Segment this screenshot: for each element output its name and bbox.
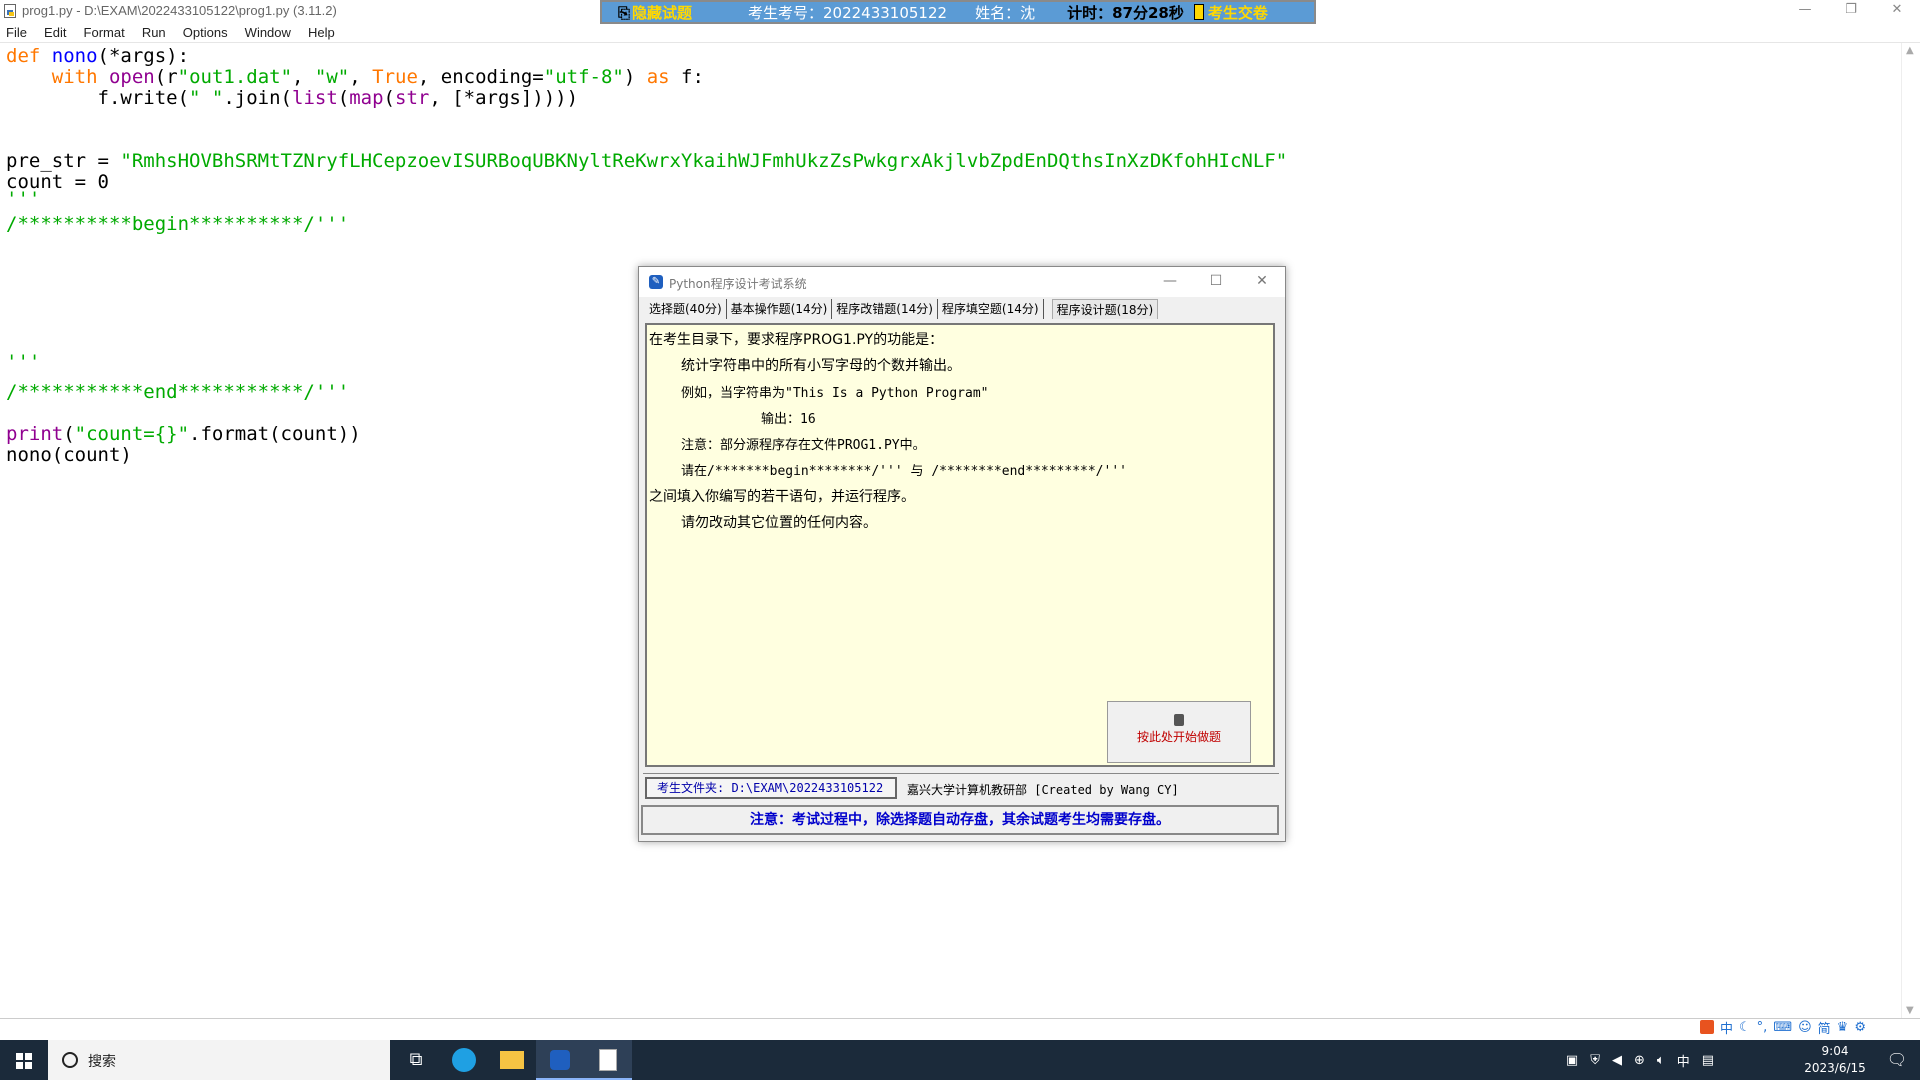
code-line: /**********begin**********/''' [6, 213, 350, 235]
ime-skin-icon[interactable]: ♛ [1837, 1020, 1849, 1035]
student-folder-button[interactable]: 考生文件夹: D:\EXAM\2022433105122 [645, 777, 897, 799]
folder-bar: 考生文件夹: D:\EXAM\2022433105122 嘉兴大学计算机教研部 … [643, 773, 1279, 800]
menu-run[interactable]: Run [136, 23, 172, 43]
ime-mode-toggle[interactable]: 简 [1818, 1018, 1831, 1037]
submit-exam-button[interactable]: 考生交卷 [1193, 2, 1268, 23]
taskbar-search[interactable]: 搜索 [48, 1040, 390, 1080]
dialog-title: Python程序设计考试系统 [669, 277, 807, 291]
clock-time: 9:04 [1821, 1044, 1849, 1058]
window-title: prog1.py - D:\EXAM\2022433105122\prog1.p… [22, 3, 337, 18]
scroll-up-icon[interactable]: ▲ [1906, 45, 1914, 56]
menu-format[interactable]: Format [78, 23, 131, 43]
tab-fill-blank[interactable]: 程序填空题(14分) [938, 299, 1044, 319]
tab-program-design[interactable]: 程序设计题(18分) [1051, 299, 1159, 319]
ime-settings-icon[interactable]: ⚙ [1854, 1020, 1866, 1035]
menu-options[interactable]: Options [177, 23, 234, 43]
question-text: 之间填入你编写的若干语句，并运行程序。 [649, 489, 915, 505]
tray-ime-lang[interactable]: 中 [1677, 1051, 1690, 1070]
editor-scrollbar[interactable]: ▲ ▼ [1901, 43, 1920, 1018]
code-line: print("count={}".format(count)) [6, 423, 361, 445]
menu-file[interactable]: File [0, 23, 33, 43]
notification-icon[interactable]: 🗨︎ [1874, 1040, 1920, 1080]
scroll-down-icon[interactable]: ▼ [1906, 1005, 1914, 1016]
tab-basic-operation[interactable]: 基本操作题(14分) [727, 299, 833, 319]
status-separator [0, 1018, 1920, 1019]
code-line: ''' [6, 351, 41, 373]
start-icon [1174, 714, 1184, 726]
question-text: 统计字符串中的所有小写字母的个数并输出。 [681, 358, 961, 374]
credit-text: 嘉兴大学计算机教研部 [Created by Wang CY] [907, 783, 1179, 797]
ime-punct-icon[interactable]: °, [1757, 1020, 1768, 1035]
idle-taskbar-icon[interactable] [584, 1040, 632, 1080]
minimize-button[interactable]: — [1782, 0, 1828, 22]
ime-logo-icon[interactable] [1700, 1020, 1714, 1034]
task-view-icon[interactable]: ⧉ [392, 1040, 440, 1080]
question-tabs: 选择题(40分) 基本操作题(14分) 程序改错题(14分) 程序填空题(14分… [645, 299, 1159, 319]
question-text: 请在/*******begin********/''' 与 /********e… [681, 464, 1127, 479]
start-question-label: 按此处开始做题 [1136, 730, 1221, 744]
tray-ime-icon[interactable]: ▤ [1702, 1053, 1714, 1068]
menu-edit[interactable]: Edit [38, 23, 72, 43]
tab-choice[interactable]: 选择题(40分) [645, 299, 727, 319]
code-line: nono(count) [6, 444, 132, 466]
tray-security-icon[interactable]: ⛨ [1590, 1053, 1600, 1068]
question-text: 输出：16 [761, 412, 816, 427]
start-button[interactable] [0, 1040, 48, 1080]
close-button[interactable]: ✕ [1874, 0, 1920, 22]
code-line: ''' [6, 188, 41, 210]
exam-banner: ⎘ 隐藏试题 考生考号：2022433105122 姓名：沈 计时：87分28秒 … [600, 0, 1316, 24]
ime-user-icon[interactable]: ☺ [1798, 1020, 1812, 1035]
volume-icon[interactable]: 🔈︎ [1657, 1053, 1665, 1068]
taskbar-clock[interactable]: 9:04 2023/6/15 [1800, 1043, 1870, 1077]
restore-button[interactable]: ❐ [1828, 0, 1874, 22]
clock-date: 2023/6/15 [1804, 1061, 1866, 1075]
submit-icon [1193, 3, 1204, 20]
code-line: /***********end***********/''' [6, 381, 350, 403]
save-notice: 注意：考试过程中，除选择题自动存盘，其余试题考生均需要存盘。 [641, 805, 1279, 835]
start-question-button[interactable]: 按此处开始做题 [1107, 701, 1251, 763]
file-explorer-icon[interactable] [488, 1040, 536, 1080]
hide-question-label: 隐藏试题 [632, 3, 693, 22]
exam-timer: 计时：87分28秒 [1067, 3, 1184, 22]
student-name: 姓名：沈 [975, 3, 1036, 22]
system-tray: ▣ ⛨ ◀ ⊕ 🔈︎ 中 ▤ [1560, 1040, 1720, 1080]
dialog-close-button[interactable]: ✕ [1239, 267, 1285, 297]
taskbar: 搜索 ⧉ ▣ ⛨ ◀ ⊕ 🔈︎ 中 ▤ 9:04 2023/6/15 🗨︎ [0, 1040, 1920, 1080]
question-text: 注意：部分源程序存在文件PROG1.PY中。 [681, 438, 926, 453]
question-content: 在考生目录下，要求程序PROG1.PY的功能是： 统计字符串中的所有小写字母的个… [645, 323, 1275, 767]
exam-system-taskbar-icon[interactable] [536, 1040, 584, 1080]
exam-dialog: ✎ Python程序设计考试系统 — ☐ ✕ 选择题(40分) 基本操作题(14… [638, 266, 1286, 842]
hide-question-button[interactable]: ⎘ 隐藏试题 [618, 2, 738, 23]
submit-label: 考生交卷 [1207, 3, 1268, 22]
code-line: def nono(*args): [6, 45, 190, 67]
search-label: 搜索 [88, 1054, 116, 1070]
question-text: 在考生目录下，要求程序PROG1.PY的功能是： [649, 332, 944, 348]
code-line: pre_str = "RmhsHOVBhSRMtTZNryfLHCepzoevI… [6, 150, 1288, 172]
tray-app-icon[interactable]: ▣ [1566, 1053, 1578, 1068]
ime-toolbar: 中 ☾ °, ⌨ ☺ 简 ♛ ⚙ [1700, 1016, 1920, 1038]
edge-browser-icon[interactable] [440, 1040, 488, 1080]
dialog-maximize-button[interactable]: ☐ [1193, 267, 1239, 297]
dialog-titlebar: ✎ Python程序设计考试系统 — ☐ ✕ [639, 267, 1285, 297]
code-line: f.write(" ".join(list(map(str, [*args]))… [6, 87, 579, 109]
ime-moon-icon[interactable]: ☾ [1739, 1020, 1751, 1035]
windows-logo-icon [16, 1053, 23, 1060]
ime-lang-toggle[interactable]: 中 [1720, 1018, 1733, 1037]
menu-bar: File Edit Format Run Options Window Help [0, 22, 1920, 43]
question-text: 请勿改动其它位置的任何内容。 [681, 515, 877, 531]
network-icon[interactable]: ⊕ [1634, 1053, 1645, 1068]
python-file-icon [4, 4, 16, 18]
menu-window[interactable]: Window [239, 23, 297, 43]
question-text: 例如，当字符串为"This Is a Python Program" [681, 386, 989, 401]
student-id: 考生考号：2022433105122 [748, 3, 948, 22]
tab-error-correction[interactable]: 程序改错题(14分) [832, 299, 938, 319]
dialog-minimize-button[interactable]: — [1147, 267, 1193, 297]
ime-keyboard-icon[interactable]: ⌨ [1773, 1020, 1792, 1035]
hide-icon: ⎘ [618, 3, 631, 22]
menu-help[interactable]: Help [302, 23, 341, 43]
search-icon [62, 1052, 78, 1068]
code-line: with open(r"out1.dat", "w", True, encodi… [51, 66, 704, 88]
tray-volume-muted-icon[interactable]: ◀ [1612, 1053, 1622, 1068]
exam-app-icon: ✎ [649, 275, 663, 289]
